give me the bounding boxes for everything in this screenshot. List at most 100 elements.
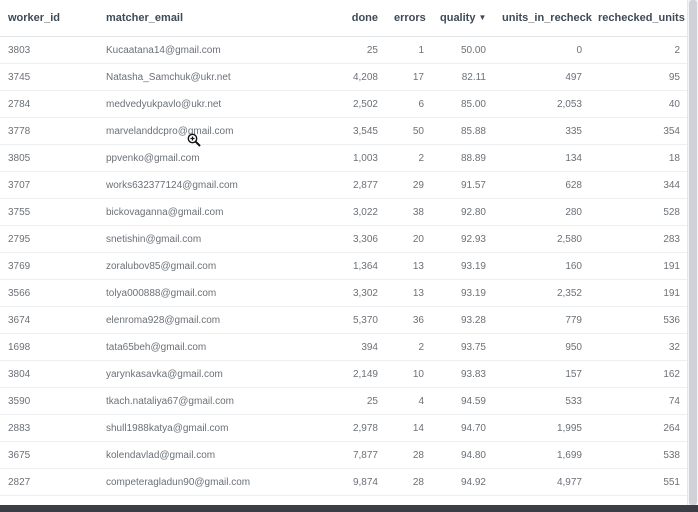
cell-units-in-recheck: 950 [494, 333, 590, 361]
cell-units-in-recheck: 157 [494, 360, 590, 388]
cell-rechecked-units: 191 [590, 279, 688, 307]
cell-units-in-recheck: 779 [494, 306, 590, 334]
cell-matcher-email: shull1988katya@gmail.com [98, 414, 328, 442]
cell-matcher-email: kolendavlad@gmail.com [98, 441, 328, 469]
cell-worker-id: 2883 [0, 414, 98, 442]
cell-units-in-recheck: 1,995 [494, 414, 590, 442]
cell-errors: 36 [386, 306, 432, 334]
cell-done: 3,302 [328, 279, 386, 307]
cell-quality: 85.00 [432, 90, 494, 118]
cell-worker-id: 2795 [0, 225, 98, 253]
cell-worker-id: 3590 [0, 387, 98, 415]
cell-rechecked-units: 538 [590, 441, 688, 469]
cell-rechecked-units: 32 [590, 333, 688, 361]
cell-errors: 29 [386, 171, 432, 199]
cell-units-in-recheck: 533 [494, 387, 590, 415]
column-header-matcher-email[interactable]: matcher_email [98, 0, 328, 37]
cell-units-in-recheck: 4,977 [494, 468, 590, 496]
table-row[interactable]: 3566 tolya000888@gmail.com 3,302 13 93.19 2,3… [0, 279, 688, 307]
cell-rechecked-units: 2 [590, 36, 688, 64]
bottom-edge-bar [0, 505, 698, 512]
cell-units-in-recheck: 2,352 [494, 279, 590, 307]
cell-errors: 38 [386, 198, 432, 226]
table-row[interactable]: 2784 medvedyukpavlo@ukr.net 2,502 6 85.00 2,0… [0, 90, 688, 118]
cell-errors: 20 [386, 225, 432, 253]
cell-rechecked-units: 551 [590, 468, 688, 496]
table-row[interactable]: 2795 snetishin@gmail.com 3,306 20 92.93 2,580… [0, 225, 688, 253]
cell-errors: 28 [386, 468, 432, 496]
cell-rechecked-units: 74 [590, 387, 688, 415]
cell-matcher-email: snetishin@gmail.com [98, 225, 328, 253]
cell-rechecked-units: 162 [590, 360, 688, 388]
cell-done: 7,877 [328, 441, 386, 469]
cell-done: 5,370 [328, 306, 386, 334]
cell-errors: 13 [386, 252, 432, 280]
cell-errors: 4 [386, 387, 432, 415]
table-row[interactable]: 3805 ppvenko@gmail.com 1,003 2 88.89 134 18 [0, 144, 688, 172]
cell-worker-id: 3566 [0, 279, 98, 307]
cell-matcher-email: Natasha_Samchuk@ukr.net [98, 63, 328, 91]
column-header-errors[interactable]: errors [386, 0, 432, 37]
sort-descending-icon[interactable]: ▼ [478, 13, 486, 22]
cell-quality: 82.11 [432, 63, 494, 91]
cell-done: 3,022 [328, 198, 386, 226]
cell-quality: 94.70 [432, 414, 494, 442]
cell-done: 25 [328, 36, 386, 64]
cell-units-in-recheck: 2,053 [494, 90, 590, 118]
table-row[interactable]: 3778 marvelanddcpro@gmail.com 3,545 50 85.88… [0, 117, 688, 145]
zoom-in-cursor-icon [187, 133, 201, 147]
cell-rechecked-units: 344 [590, 171, 688, 199]
table-row[interactable]: 3675 kolendavlad@gmail.com 7,877 28 94.80 1,6… [0, 441, 688, 469]
cell-done: 1,003 [328, 144, 386, 172]
cell-matcher-email: ppvenko@gmail.com [98, 144, 328, 172]
cell-rechecked-units: 264 [590, 414, 688, 442]
table-row[interactable]: 3590 tkach.nataliya67@gmail.com 25 4 94.59 53… [0, 387, 688, 415]
column-header-worker-id[interactable]: worker_id [0, 0, 98, 37]
cell-matcher-email: tata65beh@gmail.com [98, 333, 328, 361]
table-row[interactable]: 3707 works632377124@gmail.com 2,877 29 91.57… [0, 171, 688, 199]
cell-quality: 50.00 [432, 36, 494, 64]
table-row[interactable]: 3769 zoralubov85@gmail.com 1,364 13 93.19 160… [0, 252, 688, 280]
cell-rechecked-units: 536 [590, 306, 688, 334]
table-row[interactable]: 3803 Kucaatana14@gmail.com 25 1 50.00 0 2 [0, 36, 688, 64]
scrollbar-thumb[interactable] [689, 0, 697, 505]
table-row[interactable]: 2883 shull1988katya@gmail.com 2,978 14 94.70… [0, 414, 688, 442]
table-row[interactable]: 3674 elenroma928@gmail.com 5,370 36 93.28 779… [0, 306, 688, 334]
table-row[interactable]: 3745 Natasha_Samchuk@ukr.net 4,208 17 82.11 4… [0, 63, 688, 91]
column-header-quality[interactable]: quality ▼ [432, 0, 494, 37]
cell-rechecked-units: 95 [590, 63, 688, 91]
cell-rechecked-units: 354 [590, 117, 688, 145]
cell-quality: 93.83 [432, 360, 494, 388]
table-row[interactable]: 3804 yarynkasavka@gmail.com 2,149 10 93.83 15… [0, 360, 688, 388]
table-body: 3803 Kucaatana14@gmail.com 25 1 50.00 0 2 3745 N… [0, 36, 688, 496]
table-row[interactable]: 2827 competeragladun90@gmail.com 9,874 28 94… [0, 468, 688, 496]
cell-quality: 92.93 [432, 225, 494, 253]
cell-errors: 28 [386, 441, 432, 469]
cell-worker-id: 3778 [0, 117, 98, 145]
cell-worker-id: 3803 [0, 36, 98, 64]
cell-worker-id: 2827 [0, 468, 98, 496]
column-header-done[interactable]: done [328, 0, 386, 37]
cell-done: 2,149 [328, 360, 386, 388]
cell-worker-id: 3675 [0, 441, 98, 469]
cell-matcher-email: yarynkasavka@gmail.com [98, 360, 328, 388]
cell-done: 25 [328, 387, 386, 415]
cell-worker-id: 1698 [0, 333, 98, 361]
cell-done: 1,364 [328, 252, 386, 280]
cell-worker-id: 3707 [0, 171, 98, 199]
vertical-scrollbar[interactable] [687, 0, 698, 505]
column-header-rechecked-units[interactable]: rechecked_units [590, 0, 688, 37]
cell-rechecked-units: 528 [590, 198, 688, 226]
cell-done: 3,545 [328, 117, 386, 145]
cell-quality: 94.80 [432, 441, 494, 469]
cell-errors: 2 [386, 333, 432, 361]
cell-matcher-email: Kucaatana14@gmail.com [98, 36, 328, 64]
column-header-units-in-recheck[interactable]: units_in_recheck [494, 0, 592, 37]
cell-errors: 17 [386, 63, 432, 91]
cell-worker-id: 3769 [0, 252, 98, 280]
cell-rechecked-units: 18 [590, 144, 688, 172]
table-row[interactable]: 3755 bickovaganna@gmail.com 3,022 38 92.80 28… [0, 198, 688, 226]
table-row[interactable]: 1698 tata65beh@gmail.com 394 2 93.75 950 32 [0, 333, 688, 361]
cell-quality: 92.80 [432, 198, 494, 226]
cell-done: 2,502 [328, 90, 386, 118]
